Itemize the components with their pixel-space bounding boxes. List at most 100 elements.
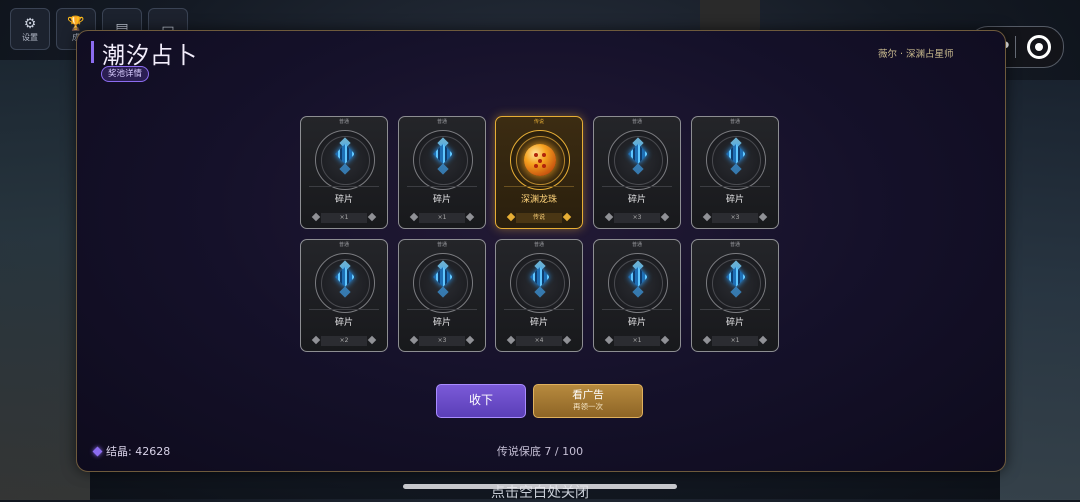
card-divider	[602, 186, 672, 187]
page-title: 潮汐占卜	[102, 43, 198, 69]
close-miniprogram-button[interactable]	[1016, 35, 1062, 59]
reward-card[interactable]: 普通碎片 ×4	[495, 239, 583, 352]
card-item-frame	[510, 253, 570, 313]
diamond-ornament-icon	[311, 335, 321, 345]
card-count: ×1	[419, 213, 465, 223]
diamond-ornament-icon	[562, 335, 572, 345]
diamond-ornament-icon	[409, 212, 419, 222]
card-divider	[504, 309, 574, 310]
card-count: ×3	[614, 213, 660, 223]
card-rarity: 普通	[533, 242, 544, 248]
title-accent-bar	[91, 41, 94, 63]
card-item-frame	[706, 253, 766, 313]
pool-detail-button[interactable]: 奖池详情	[101, 66, 150, 82]
watch-ad-sublabel: 再领一次	[573, 402, 603, 411]
card-divider	[504, 186, 574, 187]
diamond-ornament-icon	[702, 335, 712, 345]
card-name: 碎片	[627, 195, 646, 205]
diamond-ornament-icon	[409, 335, 419, 345]
crystal-shard-icon	[730, 286, 742, 298]
card-name: 碎片	[334, 195, 353, 205]
reward-card[interactable]: 普通 碎片 ×1	[593, 239, 681, 352]
card-item-frame	[315, 130, 375, 190]
card-name: 碎片	[725, 195, 744, 205]
card-item-frame	[510, 130, 570, 190]
card-rarity: 普通	[338, 242, 349, 248]
settings-button[interactable]: ⚙ 设置	[10, 8, 50, 50]
reward-card[interactable]: 普通碎片 ×1	[691, 239, 779, 352]
reward-card[interactable]: 普通 碎片 ×2	[300, 239, 388, 352]
card-rarity: 普通	[436, 119, 447, 125]
diamond-ornament-icon	[702, 212, 712, 222]
card-count: ×3	[712, 213, 758, 223]
background-lighthouse	[700, 0, 760, 34]
card-item-frame	[706, 130, 766, 190]
card-rarity: 普通	[729, 119, 740, 125]
background-right-scene	[1000, 80, 1080, 500]
card-rarity: 普通	[631, 119, 642, 125]
reward-card[interactable]: 普通碎片 ×3	[691, 116, 779, 229]
crystal-shard-icon	[632, 163, 644, 175]
card-count: ×3	[419, 336, 465, 346]
crystal-shard-icon	[726, 267, 746, 287]
target-icon	[1027, 35, 1051, 59]
card-name: 碎片	[432, 195, 451, 205]
card-count: 传说	[516, 213, 562, 223]
watch-ad-button[interactable]: 看广告 再领一次	[533, 384, 643, 418]
card-rarity: 普通	[436, 242, 447, 248]
card-rarity: 普通	[338, 119, 349, 125]
card-name: 碎片	[529, 318, 548, 328]
card-rarity: 传说	[533, 119, 544, 125]
pity-counter: 传说保底 7 / 100	[496, 445, 584, 458]
diamond-ornament-icon	[604, 335, 614, 345]
crystal-shard-icon	[730, 163, 742, 175]
crystal-shard-icon	[437, 286, 449, 298]
crystal-shard-icon	[530, 267, 550, 287]
card-count: ×1	[321, 213, 367, 223]
home-indicator[interactable]	[403, 484, 677, 489]
card-count: ×4	[516, 336, 562, 346]
diamond-ornament-icon	[367, 212, 377, 222]
reward-card[interactable]: 普通碎片 ×3	[398, 239, 486, 352]
watch-ad-label: 看广告	[572, 389, 604, 401]
card-divider	[700, 309, 770, 310]
reward-card[interactable]: 普通碎片 ×1	[398, 116, 486, 229]
crystal-shard-icon	[726, 144, 746, 164]
card-name: 碎片	[725, 318, 744, 328]
crystal-shard-icon	[335, 144, 355, 164]
diamond-ornament-icon	[660, 335, 670, 345]
card-divider	[309, 309, 379, 310]
crystal-shard-icon	[437, 163, 449, 175]
card-divider	[309, 186, 379, 187]
card-divider	[407, 309, 477, 310]
reward-card[interactable]: 普通碎片 ×3	[593, 116, 681, 229]
card-count: ×1	[614, 336, 660, 346]
reward-card[interactable]: 普通碎片 ×1	[300, 116, 388, 229]
card-divider	[602, 309, 672, 310]
reward-card-legendary[interactable]: 传说 深渊龙珠 传说	[495, 116, 583, 229]
diamond-ornament-icon	[367, 335, 377, 345]
card-divider	[700, 186, 770, 187]
card-rarity: 普通	[631, 242, 642, 248]
crystal-shard-icon	[433, 144, 453, 164]
card-divider	[407, 186, 477, 187]
collect-button[interactable]: 收下	[436, 384, 526, 418]
crystal-shard-icon	[335, 267, 355, 287]
crystal-shard-icon	[433, 267, 453, 287]
card-rarity: 普通	[729, 242, 740, 248]
card-item-frame	[315, 253, 375, 313]
crystal-shard-icon	[628, 267, 648, 287]
card-item-frame	[608, 130, 668, 190]
diamond-ornament-icon	[506, 335, 516, 345]
crystal-shard-icon	[339, 163, 351, 175]
crystal-shard-icon	[339, 286, 351, 298]
diamond-ornament-icon	[758, 212, 768, 222]
trophy-icon: 🏆	[67, 15, 85, 32]
crystal-shard-icon	[628, 144, 648, 164]
diamond-ornament-icon	[465, 212, 475, 222]
card-count: ×1	[712, 336, 758, 346]
crystal-shard-icon	[632, 286, 644, 298]
card-name: 碎片	[334, 318, 353, 328]
card-name: 碎片	[432, 318, 451, 328]
diamond-ornament-icon	[311, 212, 321, 222]
